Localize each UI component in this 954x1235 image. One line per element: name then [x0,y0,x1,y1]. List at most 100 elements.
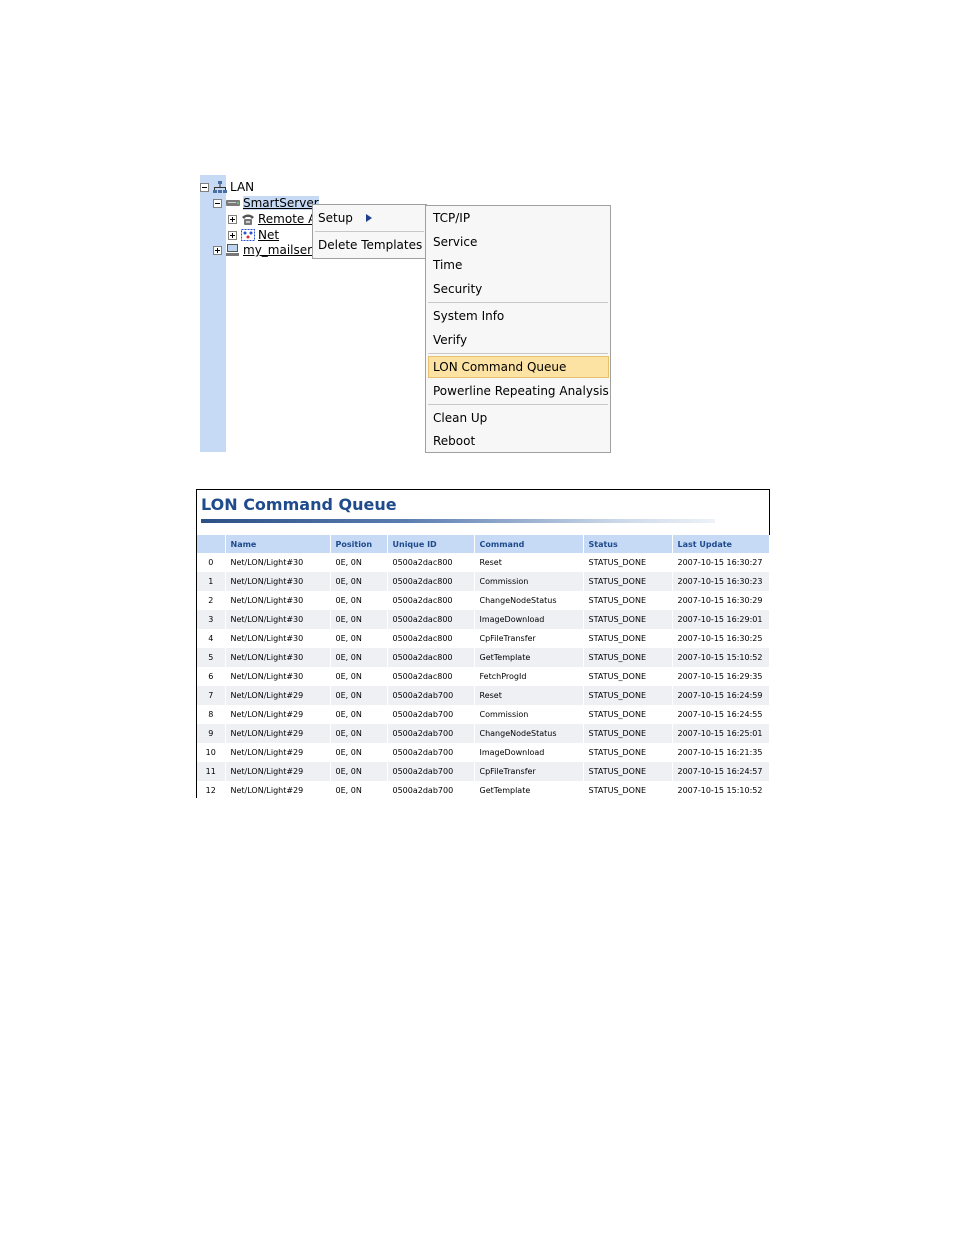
table-row[interactable]: 9 Net/LON/Light#29 0E, 0N 0500a2dab700 Chang… [197,724,770,743]
cell-position: 0E, 0N [330,610,388,629]
cell-position: 0E, 0N [330,686,388,705]
submenu-item-reboot[interactable]: Reboot [428,430,609,452]
cell-status: STATUS_DONE [583,705,673,724]
title-underline [201,519,715,523]
expand-icon[interactable] [228,230,237,240]
cell-index: 0 [197,553,226,572]
cell-name: Net/LON/Light#29 [225,686,331,705]
tree-label-smartserver[interactable]: SmartServer [243,196,319,210]
cell-name: Net/LON/Light#29 [225,743,331,762]
server-icon [226,200,240,206]
cell-index: 2 [197,591,226,610]
tree-label-lan: LAN [230,180,255,194]
table-row[interactable]: 12 Net/LON/Light#29 0E, 0N 0500a2dab700 GetT… [197,781,770,800]
cell-command: CpFileTransfer [474,629,584,648]
submenu-item-clean-up[interactable]: Clean Up [428,407,609,429]
tree-node-net[interactable]: Net [228,227,279,243]
queue-table: Name Position Unique ID Command Status L… [197,535,770,800]
tree-node-lan[interactable]: LAN [200,179,254,195]
table-row[interactable]: 10 Net/LON/Light#29 0E, 0N 0500a2dab700 Imag… [197,743,770,762]
table-row[interactable]: 5 Net/LON/Light#30 0E, 0N 0500a2dac800 GetTe… [197,648,770,667]
cell-unique-id: 0500a2dab700 [387,705,475,724]
submenu-item-system-info[interactable]: System Info [428,305,609,327]
cell-unique-id: 0500a2dab700 [387,762,475,781]
column-header-name[interactable]: Name [225,535,331,553]
cell-index: 12 [197,781,226,800]
cell-last-update: 2007-10-15 16:24:59 [672,686,770,705]
tree-node-mailserver[interactable]: my_mailser [213,242,312,258]
cell-index: 7 [197,686,226,705]
page-title: LON Command Queue [201,495,397,514]
submenu-item-label: TCP/IP [433,211,471,225]
tree-label-remote[interactable]: Remote A [258,212,316,226]
cell-command: ImageDownload [474,610,584,629]
column-header-unique-id[interactable]: Unique ID [387,535,475,553]
column-header-last-update[interactable]: Last Update [672,535,770,553]
tree-node-remote[interactable]: Remote A [228,211,316,227]
cell-status: STATUS_DONE [583,686,673,705]
cell-command: GetTemplate [474,648,584,667]
collapse-icon[interactable] [200,182,209,192]
column-header-index[interactable] [197,535,226,553]
cell-position: 0E, 0N [330,724,388,743]
cell-status: STATUS_DONE [583,629,673,648]
cell-name: Net/LON/Light#29 [225,762,331,781]
table-row[interactable]: 7 Net/LON/Light#29 0E, 0N 0500a2dab700 Reset… [197,686,770,705]
tree-label-net[interactable]: Net [258,228,279,242]
submenu-item-security[interactable]: Security [428,278,609,300]
cell-position: 0E, 0N [330,781,388,800]
submenu-item-service[interactable]: Service [428,231,609,253]
menu-item-setup[interactable]: Setup [313,206,426,230]
table-row[interactable]: 1 Net/LON/Light#30 0E, 0N 0500a2dac800 Commi… [197,572,770,591]
tree-label-mailserver[interactable]: my_mailser [243,243,312,257]
column-header-position[interactable]: Position [330,535,388,553]
table-row[interactable]: 11 Net/LON/Light#29 0E, 0N 0500a2dab700 CpFi… [197,762,770,781]
cell-last-update: 2007-10-15 16:24:57 [672,762,770,781]
queue-table-body: 0 Net/LON/Light#30 0E, 0N 0500a2dac800 Reset… [197,553,770,800]
cell-status: STATUS_DONE [583,648,673,667]
cell-unique-id: 0500a2dac800 [387,591,475,610]
cell-status: STATUS_DONE [583,591,673,610]
cell-command: GetTemplate [474,781,584,800]
cell-status: STATUS_DONE [583,743,673,762]
expand-icon[interactable] [228,214,237,224]
table-row[interactable]: 4 Net/LON/Light#30 0E, 0N 0500a2dac800 CpFil… [197,629,770,648]
submenu-item-lon-command-queue[interactable]: LON Command Queue [428,356,609,378]
lon-command-queue-panel: LON Command Queue Name Position Unique I… [196,489,770,800]
table-row[interactable]: 2 Net/LON/Light#30 0E, 0N 0500a2dac800 Chang… [197,591,770,610]
cell-unique-id: 0500a2dac800 [387,572,475,591]
cell-last-update: 2007-10-15 15:10:52 [672,781,770,800]
table-row[interactable]: 8 Net/LON/Light#29 0E, 0N 0500a2dab700 Commi… [197,705,770,724]
net-icon [241,229,255,241]
submenu-item-tcpip[interactable]: TCP/IP [428,207,609,229]
table-row[interactable]: 0 Net/LON/Light#30 0E, 0N 0500a2dac800 Reset… [197,553,770,572]
cell-unique-id: 0500a2dac800 [387,610,475,629]
expand-icon[interactable] [213,245,222,255]
submenu-item-powerline-repeating-analysis[interactable]: Powerline Repeating Analysis [428,380,609,402]
submenu-item-label: Powerline Repeating Analysis [433,384,609,398]
cell-name: Net/LON/Light#29 [225,781,331,800]
menu-separator [428,302,608,303]
cell-position: 0E, 0N [330,762,388,781]
cell-last-update: 2007-10-15 16:21:35 [672,743,770,762]
cell-index: 11 [197,762,226,781]
cell-last-update: 2007-10-15 16:29:35 [672,667,770,686]
column-header-status[interactable]: Status [583,535,673,553]
cell-status: STATUS_DONE [583,724,673,743]
table-row[interactable]: 3 Net/LON/Light#30 0E, 0N 0500a2dac800 Image… [197,610,770,629]
cell-unique-id: 0500a2dab700 [387,686,475,705]
column-header-command[interactable]: Command [474,535,584,553]
table-row[interactable]: 6 Net/LON/Light#30 0E, 0N 0500a2dac800 Fetch… [197,667,770,686]
tree-node-smartserver[interactable]: SmartServer [213,195,319,211]
submenu-item-time[interactable]: Time [428,254,609,276]
menu-separator [428,404,608,405]
cell-name: Net/LON/Light#29 [225,724,331,743]
menu-item-delete-templates[interactable]: Delete Templates [313,233,426,257]
submenu-item-verify[interactable]: Verify [428,329,609,351]
cell-status: STATUS_DONE [583,781,673,800]
cell-position: 0E, 0N [330,705,388,724]
cell-position: 0E, 0N [330,667,388,686]
cell-index: 1 [197,572,226,591]
collapse-icon[interactable] [213,198,222,208]
cell-last-update: 2007-10-15 16:25:01 [672,724,770,743]
